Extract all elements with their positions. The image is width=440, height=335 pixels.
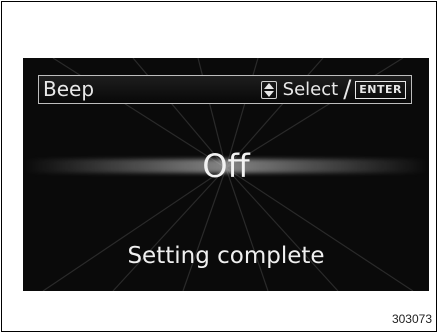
up-down-arrows-icon	[260, 80, 277, 99]
enter-key-label: ENTER	[355, 80, 406, 99]
slash-separator: /	[343, 75, 352, 103]
status-message: Setting complete	[127, 243, 325, 269]
setting-header-bar: Beep Select / ENTER	[38, 75, 412, 104]
display-screen: Beep Select / ENTER Off Setting complete	[23, 58, 429, 291]
setting-title: Beep	[43, 77, 95, 101]
figure-frame: Beep Select / ENTER Off Setting complete…	[1, 1, 437, 332]
setting-value: Off	[202, 147, 250, 185]
select-enter-hint: Select / ENTER	[260, 75, 406, 103]
figure-code: 303073	[391, 312, 432, 326]
select-label: Select	[282, 79, 339, 100]
